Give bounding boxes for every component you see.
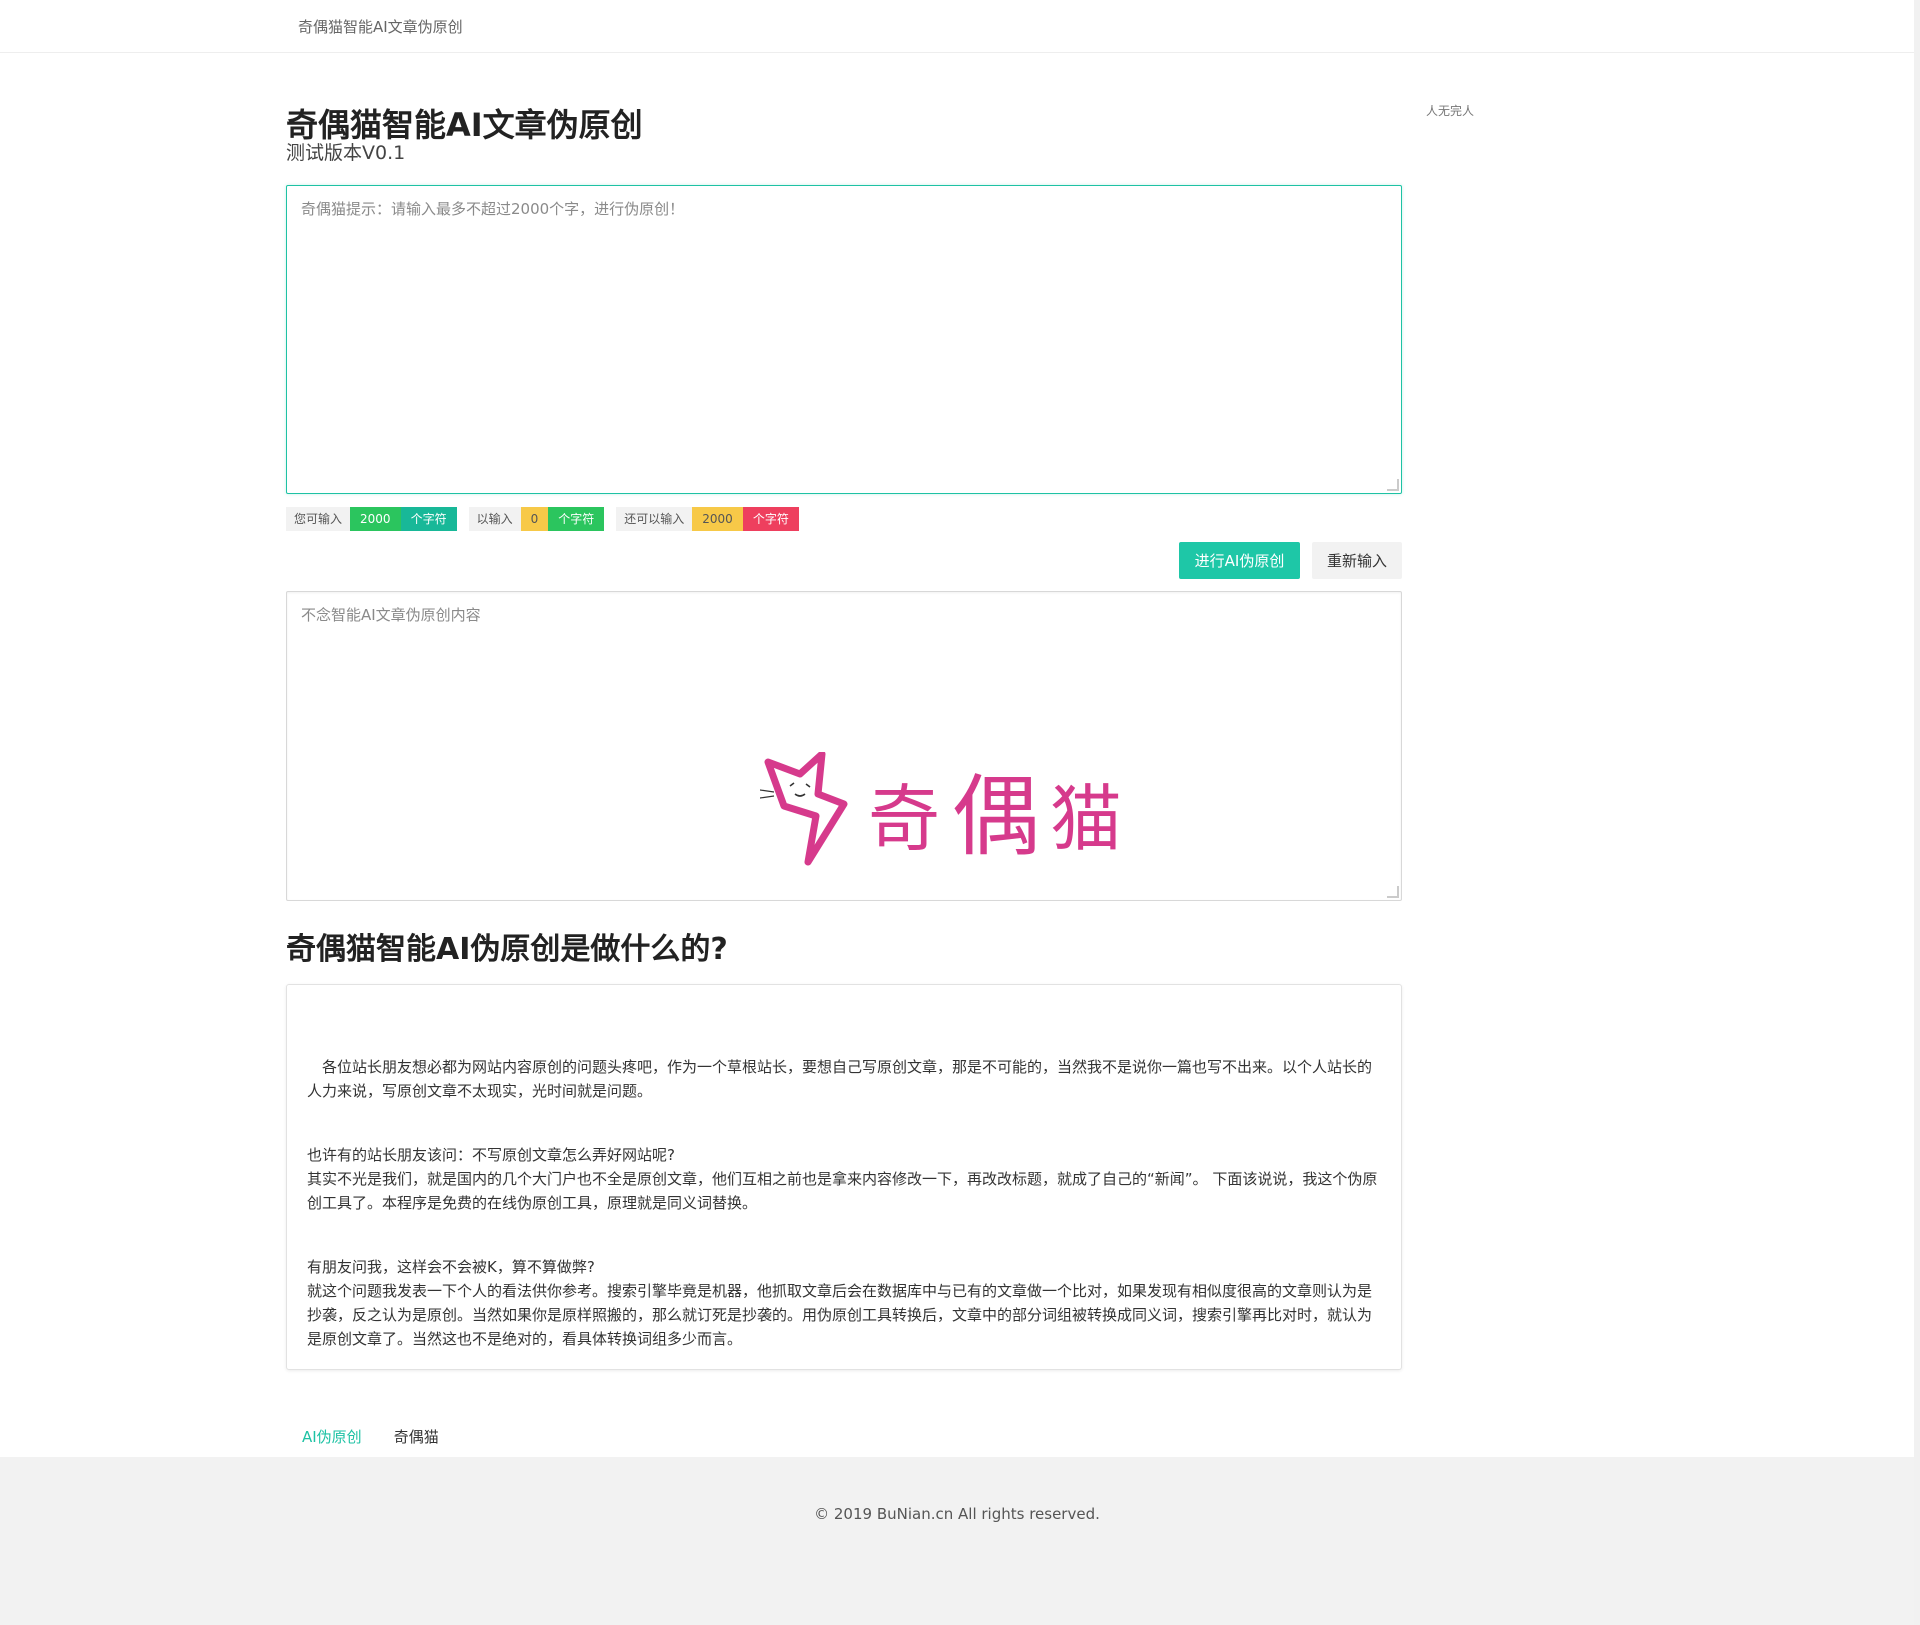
footer-links: AI伪原创 奇偶猫 [302,1426,439,1447]
page-subtitle: 测试版本V0.1 [286,142,406,164]
counter-value: 0 [520,507,549,531]
resize-handle-icon[interactable] [1387,479,1399,491]
logo-char-mao: 猫 [1050,777,1122,861]
reset-button[interactable]: 重新输入 [1312,542,1402,579]
article-input[interactable] [287,186,1401,493]
counter-max: 您可输入 2000 个字符 [286,507,457,531]
side-note: 人无完人 [1426,104,1475,118]
counter-unit: 个字符 [400,507,457,531]
link-qiou-cat[interactable]: 奇偶猫 [394,1426,439,1447]
article-paragraph: 就这个问题我发表一下个人的看法供你参考。搜索引擎毕竟是机器，他抓取文章后会在数据… [307,1282,1373,1348]
intro-article: 各位站长朋友想必都为网站内容原创的问题头疼吧，作为一个草根站长，要想自己写原创文… [286,984,1402,1370]
article-input-container [286,185,1402,494]
article-paragraph: 有朋友问我，这样会不会被K，算不算做弊? [307,1258,595,1276]
article-paragraph: 其实不光是我们，就是国内的几个大门户也不全是原创文章，他们互相之前也是拿来内容修… [307,1170,1378,1212]
counter-label: 还可以输入 [616,507,693,531]
article-paragraph: 也许有的站长朋友该问：不写原创文章怎么弄好网站呢? [307,1146,675,1164]
counter-value: 2000 [692,507,743,531]
counter-entered: 以输入 0 个字符 [468,507,605,531]
counter-label: 以输入 [468,507,521,531]
ai-rewrite-button[interactable]: 进行AI伪原创 [1179,542,1300,579]
logo-char-ou: 偶 [952,765,1040,868]
counter-value: 2000 [350,507,401,531]
character-counters: 您可输入 2000 个字符 以输入 0 个字符 还可以输入 2000 个字符 [286,507,799,531]
scrollbar[interactable] [1914,0,1920,1625]
counter-unit: 个字符 [742,507,799,531]
counter-label: 您可输入 [286,507,351,531]
copyright: © 2019 BuNian.cn All rights reserved. [814,1505,1100,1523]
article-paragraph: 各位站长朋友想必都为网站内容原创的问题头疼吧，作为一个草根站长，要想自己写原创文… [307,1058,1373,1100]
page-footer: © 2019 BuNian.cn All rights reserved. [0,1457,1914,1625]
section-title: 奇偶猫智能AI伪原创是做什么的? [286,932,728,967]
lightning-cat-icon [764,752,848,866]
counter-remaining: 还可以输入 2000 个字符 [616,507,799,531]
counter-unit: 个字符 [548,507,605,531]
top-navbar: 奇偶猫智能AI文章伪原创 [0,0,1920,53]
brand-link[interactable]: 奇偶猫智能AI文章伪原创 [298,16,463,37]
lightning-cat-face [789,782,811,797]
link-ai-rewrite[interactable]: AI伪原创 [302,1426,362,1447]
logo-char-qi: 奇 [868,777,940,861]
resize-handle-icon[interactable] [1387,886,1399,898]
qiou-cat-logo: 奇 偶 猫 [760,752,1122,868]
